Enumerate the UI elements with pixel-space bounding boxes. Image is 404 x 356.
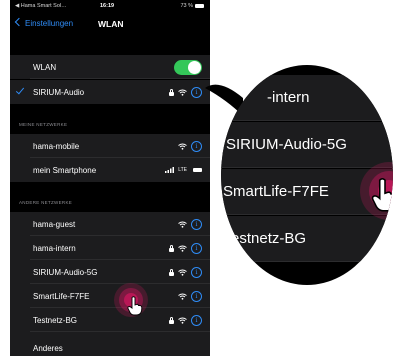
wifi-icon	[178, 245, 187, 252]
checkmark-icon	[15, 85, 25, 95]
network-name: SIRIUM-Audio	[33, 88, 85, 97]
network-name: hama-intern	[33, 244, 76, 253]
status-back-app[interactable]: ◀ Hama Smart Sol…	[15, 3, 67, 9]
connected-network-row[interactable]: SIRIUM-Audio i	[10, 80, 210, 104]
network-row[interactable]: hama-intern i	[10, 236, 210, 260]
network-icons: i	[169, 314, 202, 326]
network-row[interactable]: mein Smartphone LTE	[10, 158, 210, 182]
lock-icon	[169, 88, 174, 96]
toggle-knob	[188, 61, 201, 74]
network-icons: i	[178, 140, 202, 152]
hand-pointer-icon	[127, 296, 143, 316]
magnified-network-name: SIRIUM-Audio-5G	[226, 136, 347, 153]
page-title: WLAN	[98, 19, 124, 29]
my-networks-heading: MEINE NETZWERKE	[19, 122, 68, 127]
lock-icon	[169, 268, 174, 276]
wlan-label: WLAN	[33, 63, 57, 72]
network-icons: LTE	[165, 164, 202, 176]
divider	[221, 261, 393, 262]
divider	[221, 120, 393, 121]
network-name: hama-mobile	[33, 142, 80, 151]
divider	[30, 78, 210, 79]
battery-percent: 73 %	[180, 3, 193, 9]
info-button[interactable]: i	[191, 314, 202, 326]
wlan-toggle-row: WLAN	[10, 55, 210, 79]
back-button[interactable]: Einstellungen	[14, 17, 74, 28]
info-button[interactable]: i	[191, 266, 202, 278]
network-row[interactable]: SmartLife-F7FE i	[10, 284, 210, 308]
network-icons: i	[178, 290, 202, 302]
other-network-row[interactable]: Anderes	[10, 332, 210, 356]
network-name: Testnetz-BG	[33, 316, 78, 325]
nav-bar: Einstellungen WLAN	[10, 14, 210, 36]
network-name: SIRIUM-Audio-5G	[33, 268, 98, 277]
status-time: 16:19	[100, 3, 115, 9]
other-networks-heading: ANDERE NETZWERKE	[19, 200, 73, 205]
network-row[interactable]: hama-guest i	[10, 212, 210, 236]
lock-icon	[169, 316, 174, 324]
phone-screen: ◀ Hama Smart Sol… 16:19 73 % Einstellung…	[10, 0, 210, 356]
battery-icon	[195, 3, 204, 8]
wifi-icon	[178, 317, 187, 324]
battery-icon	[193, 168, 202, 172]
network-name: mein Smartphone	[33, 166, 97, 175]
wifi-icon	[178, 143, 187, 150]
back-label: Einstellungen	[25, 19, 74, 28]
wifi-icon	[178, 89, 187, 96]
magnifier-circle: -intern SIRIUM-Audio-5G SmartLife-F7FE e…	[221, 65, 393, 285]
magnified-row: -intern	[221, 75, 393, 121]
magnified-row: estnetz-BG	[221, 216, 393, 262]
info-button[interactable]: i	[191, 290, 202, 302]
chevron-left-icon	[14, 17, 24, 27]
network-icons: i	[169, 86, 202, 98]
status-bar: ◀ Hama Smart Sol… 16:19 73 %	[10, 0, 210, 12]
magnified-network-name: -intern	[267, 89, 310, 106]
other-network-label: Anderes	[33, 344, 63, 353]
network-icons: i	[169, 242, 202, 254]
info-button[interactable]: i	[191, 140, 202, 152]
wifi-icon	[178, 269, 187, 276]
wlan-toggle[interactable]	[174, 60, 202, 75]
network-name: SmartLife-F7FE	[33, 292, 90, 301]
hotspot-type: LTE	[178, 167, 187, 173]
info-button[interactable]: i	[191, 242, 202, 254]
network-row[interactable]: SIRIUM-Audio-5G i	[10, 260, 210, 284]
lock-icon	[169, 244, 174, 252]
network-row[interactable]: Testnetz-BG i	[10, 308, 210, 332]
status-battery: 73 %	[180, 3, 204, 9]
info-button[interactable]: i	[191, 218, 202, 230]
magnified-network-name: estnetz-BG	[231, 230, 307, 247]
info-button[interactable]: i	[191, 86, 202, 98]
cellular-signal-icon	[165, 167, 175, 173]
magnified-hand-pointer-icon	[371, 178, 393, 212]
magnified-network-name: SmartLife-F7FE	[223, 183, 329, 200]
network-row[interactable]: hama-mobile i	[10, 134, 210, 158]
network-name: hama-guest	[33, 220, 76, 229]
network-icons: i	[178, 218, 202, 230]
wifi-icon	[178, 293, 187, 300]
network-icons: i	[169, 266, 202, 278]
wifi-icon	[178, 221, 187, 228]
magnifier-view: -intern SIRIUM-Audio-5G SmartLife-F7FE e…	[221, 65, 393, 285]
